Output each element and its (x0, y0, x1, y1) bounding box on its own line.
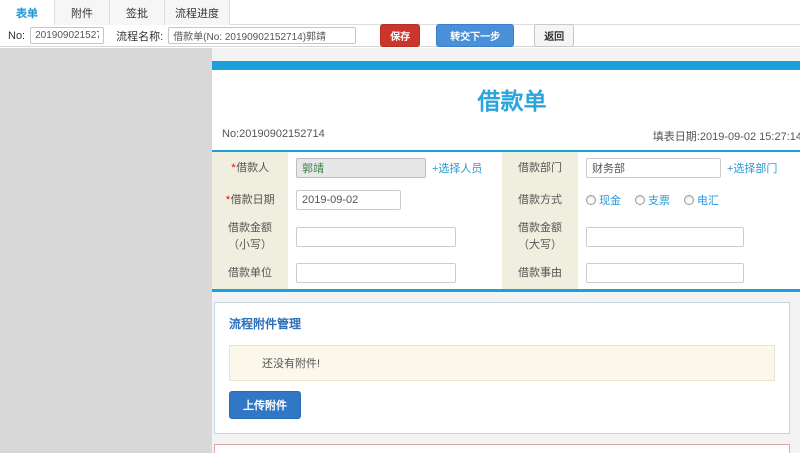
amount-small-input[interactable] (296, 226, 456, 247)
form-top-accent-bar (212, 61, 800, 70)
tab-attachment[interactable]: 附件 (55, 0, 110, 25)
attachment-section: 流程附件管理 还没有附件! 上传附件 (214, 302, 790, 434)
workspace: 借款单 No:20190902152714 填表日期:2019-09-02 15… (0, 48, 800, 453)
amount-big-input[interactable] (586, 226, 744, 247)
content-panel: 借款单 No:20190902152714 填表日期:2019-09-02 15… (212, 48, 800, 453)
app-window: 表单 附件 签批 流程进度 No: 流程名称: 保存 转交下一步 返回 借款单 … (0, 0, 800, 453)
department-input[interactable] (586, 158, 721, 178)
radio-wire[interactable]: 电汇 (684, 192, 719, 208)
no-attachment-message: 还没有附件! (229, 345, 775, 381)
loan-date-label: *借款日期 (212, 184, 288, 216)
radio-icon[interactable] (635, 195, 645, 205)
reason-label: 借款事由 (502, 257, 578, 289)
amount-big-label: 借款金额（大写） (502, 216, 578, 257)
tab-progress[interactable]: 流程进度 (165, 0, 230, 25)
no-label: No: (8, 29, 26, 42)
save-button[interactable]: 保存 (380, 24, 421, 47)
form-no-text: No:20190902152714 (222, 128, 325, 140)
tab-bar: 表单 附件 签批 流程进度 (0, 0, 800, 25)
required-mark: * (230, 161, 236, 174)
unit-input[interactable] (296, 263, 456, 283)
tab-form[interactable]: 表单 (0, 0, 55, 25)
form-header-row: No:20190902152714 填表日期:2019-09-02 15:27:… (212, 126, 800, 152)
tab-approval[interactable]: 签批 (110, 0, 165, 25)
method-field-cell: 现金 支票 电汇 (578, 184, 800, 216)
radio-cheque[interactable]: 支票 (635, 192, 670, 208)
unit-field-cell (288, 257, 502, 289)
department-field-cell: +选择部门 (578, 152, 800, 184)
form-date-text: 填表日期:2019-09-02 15:27:14 (652, 131, 800, 143)
select-person-link[interactable]: +选择人员 (432, 160, 482, 176)
amount-big-field-cell (578, 216, 800, 257)
radio-icon[interactable] (684, 195, 694, 205)
loan-date-input[interactable] (296, 190, 401, 210)
upload-attachment-button[interactable]: 上传附件 (229, 391, 301, 419)
back-button[interactable]: 返回 (534, 24, 575, 47)
borrower-field-cell: +选择人员 (288, 152, 502, 184)
next-step-button[interactable]: 转交下一步 (436, 24, 515, 47)
loan-form-card: 借款单 No:20190902152714 填表日期:2019-09-02 15… (212, 61, 800, 292)
toolbar: No: 流程名称: 保存 转交下一步 返回 (0, 24, 800, 47)
process-name-label: 流程名称: (116, 30, 164, 43)
method-label: 借款方式 (502, 184, 578, 216)
loan-date-field-cell (288, 184, 502, 216)
form-grid: *借款人 +选择人员 借款部门 +选择部门 *借款日期 (212, 152, 800, 292)
radio-cash[interactable]: 现金 (586, 192, 621, 208)
radio-icon[interactable] (586, 195, 596, 205)
amount-small-label: 借款金额（小写） (212, 216, 288, 257)
approval-section: 流程签批意见 B I abc A✗ (214, 444, 790, 453)
unit-label: 借款单位 (212, 257, 288, 289)
borrower-input[interactable] (296, 158, 426, 178)
process-name-input[interactable] (168, 27, 357, 44)
attachment-heading: 流程附件管理 (229, 317, 302, 331)
reason-input[interactable] (586, 263, 744, 283)
department-label: 借款部门 (502, 152, 578, 184)
page-title: 借款单 (477, 88, 547, 114)
required-mark: * (225, 193, 230, 206)
select-department-link[interactable]: +选择部门 (727, 160, 777, 176)
borrower-label: *借款人 (212, 152, 288, 184)
amount-small-field-cell (288, 216, 502, 257)
no-input[interactable] (30, 27, 105, 44)
reason-field-cell (578, 257, 800, 289)
